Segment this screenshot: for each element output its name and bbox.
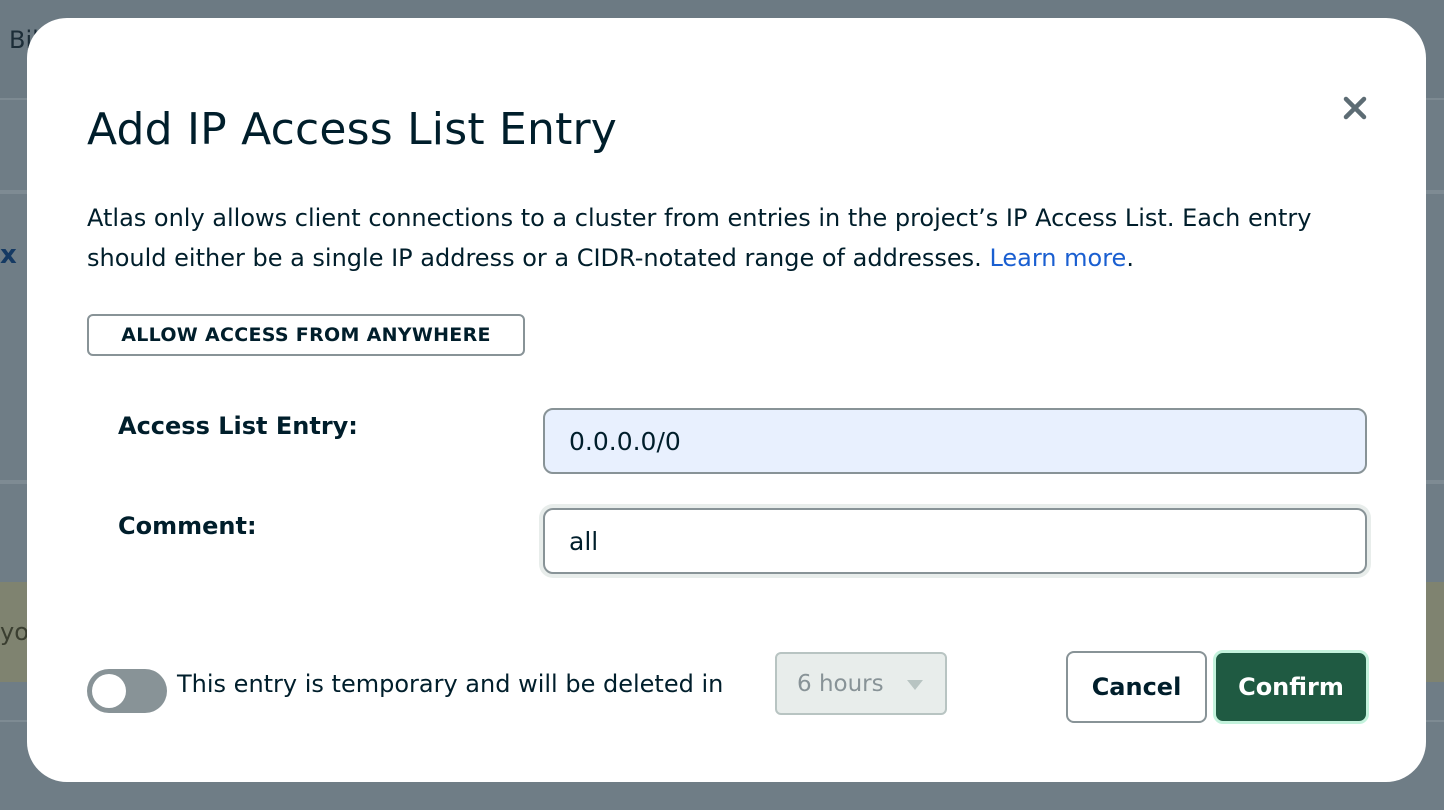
access-list-entry-input[interactable]: 0.0.0.0/0 <box>543 408 1367 474</box>
modal-description: Atlas only allows client connections to … <box>87 198 1347 278</box>
comment-label: Comment: <box>118 512 257 540</box>
toggle-knob <box>92 674 126 708</box>
learn-more-link[interactable]: Learn more <box>989 244 1126 272</box>
temporary-entry-text: This entry is temporary and will be dele… <box>177 670 724 698</box>
add-ip-access-modal: Add IP Access List Entry Atlas only allo… <box>27 18 1426 782</box>
cancel-button[interactable]: Cancel <box>1066 651 1207 723</box>
duration-select[interactable]: 6 hours <box>775 652 947 715</box>
access-list-entry-value: 0.0.0.0/0 <box>569 426 681 456</box>
close-button[interactable] <box>1337 90 1373 126</box>
confirm-button[interactable]: Confirm <box>1213 650 1369 724</box>
comment-value: all <box>569 526 599 556</box>
comment-input[interactable]: all <box>543 508 1367 574</box>
description-end: . <box>1126 244 1134 272</box>
access-list-entry-label: Access List Entry: <box>118 412 358 440</box>
modal-title: Add IP Access List Entry <box>87 104 618 155</box>
background-text: x <box>0 240 17 270</box>
temporary-entry-toggle[interactable] <box>87 669 167 713</box>
caret-down-icon <box>907 680 923 690</box>
close-icon <box>1343 96 1367 120</box>
duration-value: 6 hours <box>797 670 884 697</box>
allow-access-anywhere-button[interactable]: ALLOW ACCESS FROM ANYWHERE <box>87 314 525 356</box>
